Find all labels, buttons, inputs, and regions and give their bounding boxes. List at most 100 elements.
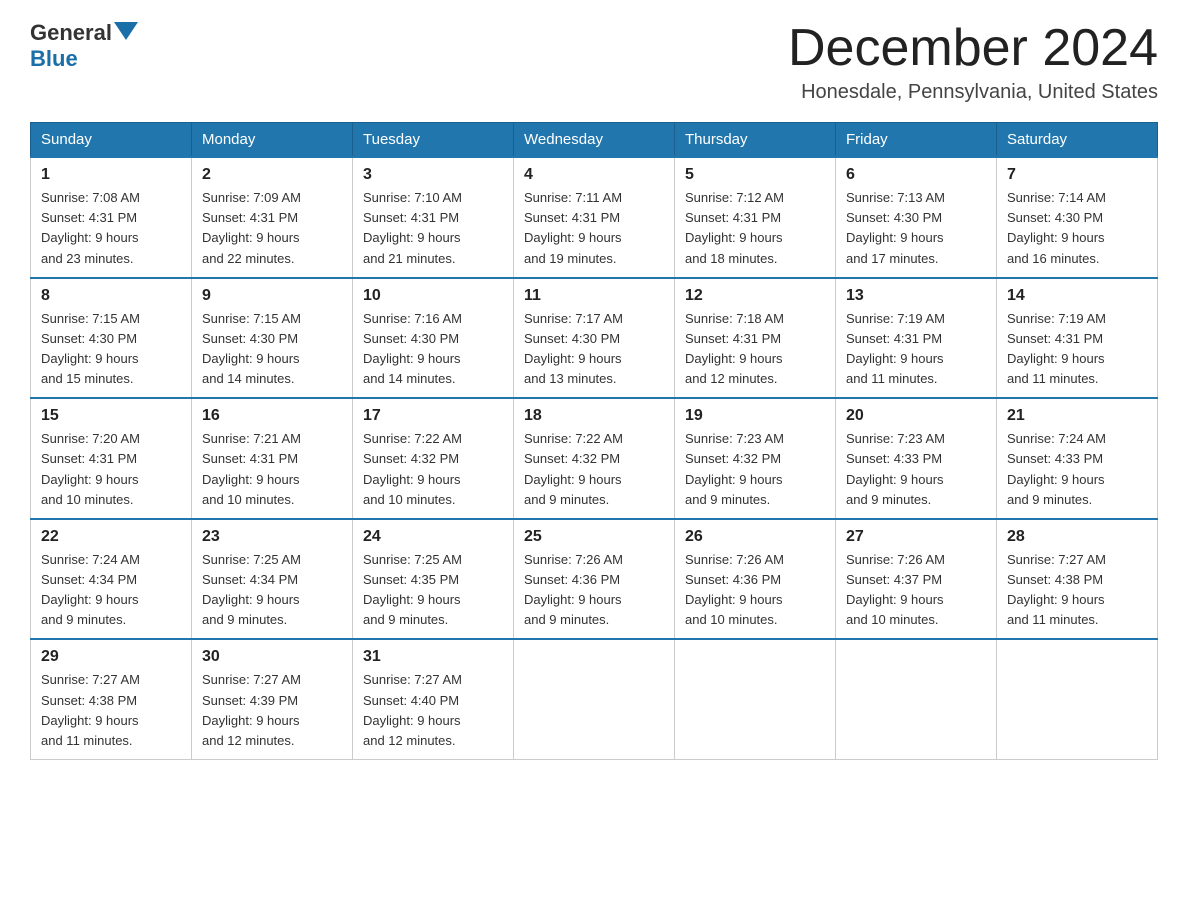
col-wednesday: Wednesday (514, 123, 675, 158)
table-row: 25 Sunrise: 7:26 AMSunset: 4:36 PMDaylig… (514, 519, 675, 640)
day-info: Sunrise: 7:13 AMSunset: 4:30 PMDaylight:… (846, 190, 945, 265)
table-row: 8 Sunrise: 7:15 AMSunset: 4:30 PMDayligh… (31, 278, 192, 399)
col-sunday: Sunday (31, 123, 192, 158)
logo-triangle-icon (114, 22, 138, 40)
day-info: Sunrise: 7:19 AMSunset: 4:31 PMDaylight:… (846, 311, 945, 386)
calendar-body: 1 Sunrise: 7:08 AMSunset: 4:31 PMDayligh… (31, 157, 1158, 759)
day-info: Sunrise: 7:18 AMSunset: 4:31 PMDaylight:… (685, 311, 784, 386)
calendar-subtitle: Honesdale, Pennsylvania, United States (788, 81, 1158, 104)
page-header: General Blue December 2024 Honesdale, Pe… (30, 20, 1158, 104)
table-row: 1 Sunrise: 7:08 AMSunset: 4:31 PMDayligh… (31, 157, 192, 278)
table-row: 21 Sunrise: 7:24 AMSunset: 4:33 PMDaylig… (997, 398, 1158, 519)
day-number: 26 (685, 528, 825, 546)
title-block: December 2024 Honesdale, Pennsylvania, U… (788, 20, 1158, 104)
table-row: 9 Sunrise: 7:15 AMSunset: 4:30 PMDayligh… (192, 278, 353, 399)
day-number: 16 (202, 407, 342, 425)
calendar-title: December 2024 (788, 20, 1158, 77)
table-row: 29 Sunrise: 7:27 AMSunset: 4:38 PMDaylig… (31, 639, 192, 759)
table-row: 23 Sunrise: 7:25 AMSunset: 4:34 PMDaylig… (192, 519, 353, 640)
table-row: 12 Sunrise: 7:18 AMSunset: 4:31 PMDaylig… (675, 278, 836, 399)
day-info: Sunrise: 7:15 AMSunset: 4:30 PMDaylight:… (41, 311, 140, 386)
day-number: 18 (524, 407, 664, 425)
day-info: Sunrise: 7:22 AMSunset: 4:32 PMDaylight:… (524, 431, 623, 506)
day-number: 20 (846, 407, 986, 425)
day-number: 29 (41, 648, 181, 666)
day-number: 10 (363, 287, 503, 305)
calendar-header: Sunday Monday Tuesday Wednesday Thursday… (31, 123, 1158, 158)
table-row: 17 Sunrise: 7:22 AMSunset: 4:32 PMDaylig… (353, 398, 514, 519)
day-number: 24 (363, 528, 503, 546)
day-number: 5 (685, 166, 825, 184)
table-row (836, 639, 997, 759)
day-number: 27 (846, 528, 986, 546)
col-saturday: Saturday (997, 123, 1158, 158)
col-tuesday: Tuesday (353, 123, 514, 158)
table-row: 14 Sunrise: 7:19 AMSunset: 4:31 PMDaylig… (997, 278, 1158, 399)
table-row: 19 Sunrise: 7:23 AMSunset: 4:32 PMDaylig… (675, 398, 836, 519)
logo-general-text: General (30, 20, 112, 46)
table-row: 7 Sunrise: 7:14 AMSunset: 4:30 PMDayligh… (997, 157, 1158, 278)
table-row: 30 Sunrise: 7:27 AMSunset: 4:39 PMDaylig… (192, 639, 353, 759)
day-number: 8 (41, 287, 181, 305)
logo-blue-text: Blue (30, 46, 138, 72)
day-number: 19 (685, 407, 825, 425)
day-info: Sunrise: 7:19 AMSunset: 4:31 PMDaylight:… (1007, 311, 1106, 386)
day-info: Sunrise: 7:25 AMSunset: 4:35 PMDaylight:… (363, 552, 462, 627)
day-number: 11 (524, 287, 664, 305)
table-row: 26 Sunrise: 7:26 AMSunset: 4:36 PMDaylig… (675, 519, 836, 640)
day-info: Sunrise: 7:17 AMSunset: 4:30 PMDaylight:… (524, 311, 623, 386)
day-number: 4 (524, 166, 664, 184)
logo: General Blue (30, 20, 138, 72)
day-info: Sunrise: 7:27 AMSunset: 4:39 PMDaylight:… (202, 672, 301, 747)
calendar-week-row: 8 Sunrise: 7:15 AMSunset: 4:30 PMDayligh… (31, 278, 1158, 399)
calendar-table: Sunday Monday Tuesday Wednesday Thursday… (30, 122, 1158, 760)
day-number: 14 (1007, 287, 1147, 305)
day-info: Sunrise: 7:15 AMSunset: 4:30 PMDaylight:… (202, 311, 301, 386)
table-row: 13 Sunrise: 7:19 AMSunset: 4:31 PMDaylig… (836, 278, 997, 399)
day-number: 12 (685, 287, 825, 305)
day-info: Sunrise: 7:11 AMSunset: 4:31 PMDaylight:… (524, 190, 622, 265)
day-number: 3 (363, 166, 503, 184)
day-number: 17 (363, 407, 503, 425)
day-info: Sunrise: 7:26 AMSunset: 4:37 PMDaylight:… (846, 552, 945, 627)
table-row: 2 Sunrise: 7:09 AMSunset: 4:31 PMDayligh… (192, 157, 353, 278)
table-row: 10 Sunrise: 7:16 AMSunset: 4:30 PMDaylig… (353, 278, 514, 399)
day-number: 28 (1007, 528, 1147, 546)
day-info: Sunrise: 7:16 AMSunset: 4:30 PMDaylight:… (363, 311, 462, 386)
table-row (997, 639, 1158, 759)
table-row: 22 Sunrise: 7:24 AMSunset: 4:34 PMDaylig… (31, 519, 192, 640)
day-number: 9 (202, 287, 342, 305)
day-info: Sunrise: 7:26 AMSunset: 4:36 PMDaylight:… (524, 552, 623, 627)
day-info: Sunrise: 7:23 AMSunset: 4:33 PMDaylight:… (846, 431, 945, 506)
day-info: Sunrise: 7:20 AMSunset: 4:31 PMDaylight:… (41, 431, 140, 506)
day-info: Sunrise: 7:14 AMSunset: 4:30 PMDaylight:… (1007, 190, 1106, 265)
header-row: Sunday Monday Tuesday Wednesday Thursday… (31, 123, 1158, 158)
day-info: Sunrise: 7:25 AMSunset: 4:34 PMDaylight:… (202, 552, 301, 627)
day-info: Sunrise: 7:24 AMSunset: 4:34 PMDaylight:… (41, 552, 140, 627)
day-info: Sunrise: 7:08 AMSunset: 4:31 PMDaylight:… (41, 190, 140, 265)
day-info: Sunrise: 7:27 AMSunset: 4:40 PMDaylight:… (363, 672, 462, 747)
day-number: 25 (524, 528, 664, 546)
table-row: 5 Sunrise: 7:12 AMSunset: 4:31 PMDayligh… (675, 157, 836, 278)
table-row: 4 Sunrise: 7:11 AMSunset: 4:31 PMDayligh… (514, 157, 675, 278)
day-number: 13 (846, 287, 986, 305)
calendar-week-row: 29 Sunrise: 7:27 AMSunset: 4:38 PMDaylig… (31, 639, 1158, 759)
col-thursday: Thursday (675, 123, 836, 158)
day-number: 6 (846, 166, 986, 184)
calendar-week-row: 1 Sunrise: 7:08 AMSunset: 4:31 PMDayligh… (31, 157, 1158, 278)
day-number: 1 (41, 166, 181, 184)
day-number: 21 (1007, 407, 1147, 425)
table-row: 6 Sunrise: 7:13 AMSunset: 4:30 PMDayligh… (836, 157, 997, 278)
day-number: 7 (1007, 166, 1147, 184)
day-number: 30 (202, 648, 342, 666)
day-number: 23 (202, 528, 342, 546)
table-row: 15 Sunrise: 7:20 AMSunset: 4:31 PMDaylig… (31, 398, 192, 519)
table-row: 31 Sunrise: 7:27 AMSunset: 4:40 PMDaylig… (353, 639, 514, 759)
calendar-week-row: 15 Sunrise: 7:20 AMSunset: 4:31 PMDaylig… (31, 398, 1158, 519)
table-row: 28 Sunrise: 7:27 AMSunset: 4:38 PMDaylig… (997, 519, 1158, 640)
day-number: 22 (41, 528, 181, 546)
table-row (514, 639, 675, 759)
day-info: Sunrise: 7:23 AMSunset: 4:32 PMDaylight:… (685, 431, 784, 506)
day-info: Sunrise: 7:09 AMSunset: 4:31 PMDaylight:… (202, 190, 301, 265)
table-row: 11 Sunrise: 7:17 AMSunset: 4:30 PMDaylig… (514, 278, 675, 399)
